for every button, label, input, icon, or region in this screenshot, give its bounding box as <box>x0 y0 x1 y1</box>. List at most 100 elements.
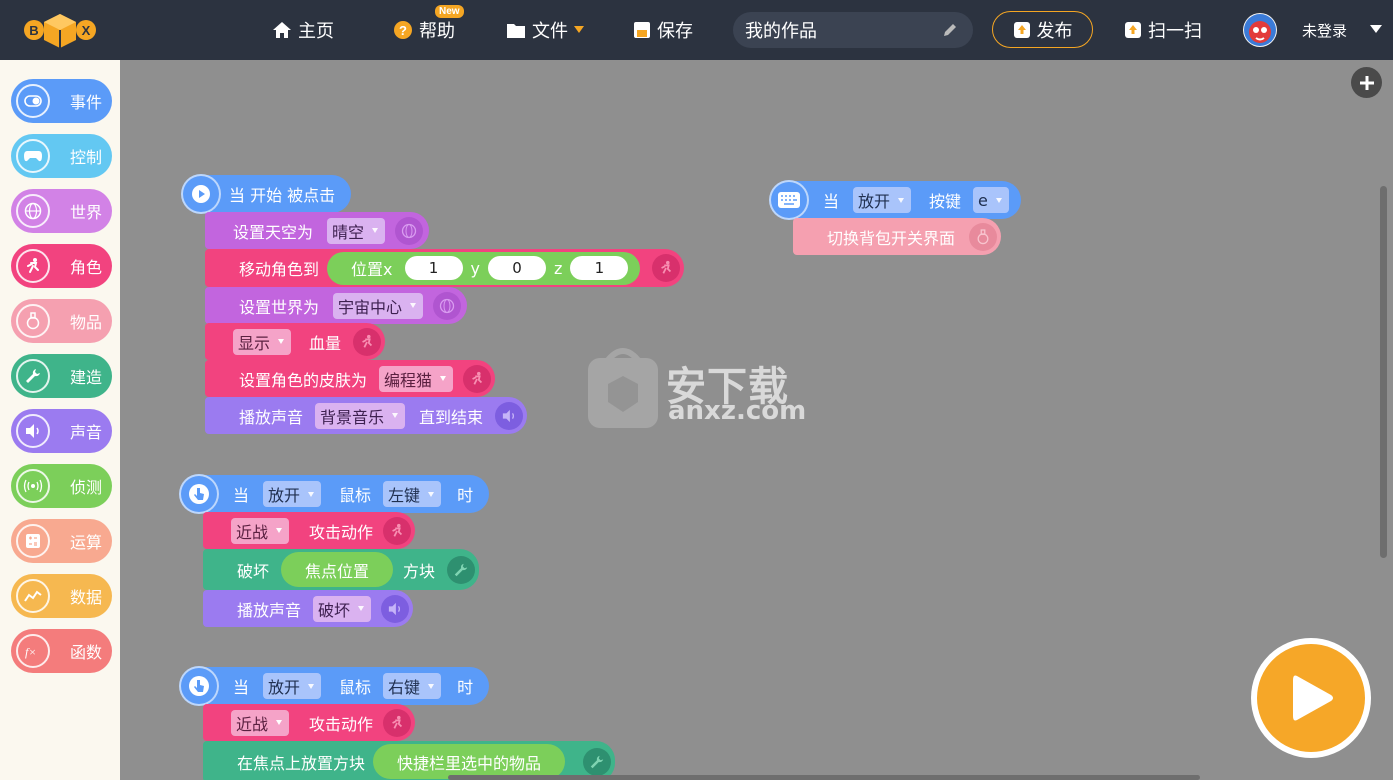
sound-dropdown[interactable]: 背景音乐 <box>315 402 406 429</box>
box-logo[interactable]: B X <box>22 10 98 50</box>
hotbar-item-reporter[interactable]: 快捷栏里选中的物品 <box>373 744 566 779</box>
svg-text:X: X <box>82 23 91 38</box>
wrench-icon <box>447 555 476 584</box>
block-category-sidebar: 事件 控制 世界 角色 物品 建造 声音 侦测 运算 数据 f× 函数 <box>0 60 120 780</box>
block-text: 攻击动作 <box>309 714 374 734</box>
watermark-url: anxz.com <box>668 396 807 426</box>
category-function[interactable]: f× 函数 <box>11 629 112 673</box>
login-status[interactable]: 未登录 <box>1302 20 1347 41</box>
play-icon <box>181 174 221 214</box>
hat-block-mouse-left[interactable]: 当 放开 鼠标 左键 时 <box>179 474 490 514</box>
category-label: 世界 <box>70 203 103 222</box>
block-play-sound-until-done[interactable]: 播放声音 背景音乐 直到结束 <box>205 397 528 434</box>
action-dropdown[interactable]: 放开 <box>853 187 912 213</box>
block-attack-action[interactable]: 近战 攻击动作 <box>203 512 416 549</box>
block-text: 当 <box>233 486 250 505</box>
toggle-icon <box>16 84 50 118</box>
category-world[interactable]: 世界 <box>11 189 112 233</box>
nav-file-menu[interactable]: 文件 <box>506 16 584 44</box>
block-text: 直到结束 <box>419 407 484 427</box>
sensor-icon <box>16 469 50 503</box>
melee-dropdown[interactable]: 近战 <box>231 517 290 544</box>
position-reporter[interactable]: 位置x 1 y 0 z 1 <box>327 251 641 285</box>
y-input[interactable]: 0 <box>487 256 546 280</box>
speaker-icon <box>495 401 524 430</box>
focus-position-reporter[interactable]: 焦点位置 <box>281 552 394 587</box>
upload-icon <box>1013 21 1030 38</box>
block-break-block[interactable]: 破坏 焦点位置 方块 <box>203 549 480 590</box>
zoom-in-button[interactable] <box>1351 67 1382 98</box>
block-show-health[interactable]: 显示 血量 <box>205 323 386 360</box>
action-dropdown[interactable]: 放开 <box>263 673 322 699</box>
sound-dropdown[interactable]: 破坏 <box>313 595 372 622</box>
x-input[interactable]: 1 <box>404 256 463 280</box>
category-event[interactable]: 事件 <box>11 79 112 123</box>
hat-block-start-clicked[interactable]: 当 开始 被点击 <box>181 174 352 214</box>
hat-block-key-release[interactable]: 当 放开 按键 e <box>769 180 1021 220</box>
block-set-world[interactable]: 设置世界为 宇宙中心 <box>205 287 468 324</box>
keyboard-icon <box>769 180 809 220</box>
category-label: 事件 <box>70 93 103 112</box>
block-attack-action[interactable]: 近战 攻击动作 <box>203 704 416 741</box>
action-dropdown[interactable]: 放开 <box>263 481 322 507</box>
category-item[interactable]: 物品 <box>11 299 112 343</box>
show-dropdown[interactable]: 显示 <box>233 328 292 355</box>
svg-text:?: ? <box>399 23 407 38</box>
block-set-sky[interactable]: 设置天空为 晴空 <box>205 212 430 249</box>
block-move-character[interactable]: 移动角色到 位置x 1 y 0 z 1 <box>205 249 685 287</box>
mouse-button-dropdown[interactable]: 右键 <box>383 673 442 699</box>
skin-dropdown[interactable]: 编程猫 <box>379 365 454 392</box>
category-label: 函数 <box>70 643 103 662</box>
block-text: 鼠标 <box>339 678 372 697</box>
pointer-hand-icon <box>179 474 219 514</box>
publish-label: 发布 <box>1036 20 1073 42</box>
category-operators[interactable]: 运算 <box>11 519 112 563</box>
block-text: 时 <box>457 678 474 697</box>
category-build[interactable]: 建造 <box>11 354 112 398</box>
block-text: 当 <box>823 192 840 211</box>
function-icon: f× <box>16 634 50 668</box>
y-label: y <box>470 258 480 278</box>
block-play-sound[interactable]: 播放声音 破坏 <box>203 590 414 627</box>
category-label: 物品 <box>70 313 103 332</box>
category-sound[interactable]: 声音 <box>11 409 112 453</box>
run-button[interactable] <box>1251 638 1371 758</box>
nav-home[interactable]: 主页 <box>272 16 334 44</box>
vertical-scrollbar[interactable] <box>1380 186 1387 558</box>
category-data[interactable]: 数据 <box>11 574 112 618</box>
block-set-skin[interactable]: 设置角色的皮肤为 编程猫 <box>205 360 496 397</box>
publish-button[interactable]: 发布 <box>992 11 1093 48</box>
user-avatar[interactable] <box>1243 13 1277 47</box>
account-dropdown-icon[interactable] <box>1370 25 1382 33</box>
play-icon <box>1293 675 1333 721</box>
nav-scan[interactable]: 扫一扫 <box>1124 16 1202 44</box>
edit-pencil-icon[interactable] <box>941 21 959 39</box>
category-sensing[interactable]: 侦测 <box>11 464 112 508</box>
block-toggle-backpack[interactable]: 切换背包开关界面 <box>793 218 1002 255</box>
nav-file-label: 文件 <box>532 21 568 42</box>
z-input[interactable]: 1 <box>570 256 629 280</box>
globe-icon <box>395 216 424 245</box>
sky-dropdown[interactable]: 晴空 <box>327 217 386 244</box>
horizontal-scrollbar[interactable] <box>448 775 1200 780</box>
nav-scan-label: 扫一扫 <box>1148 21 1202 42</box>
world-dropdown[interactable]: 宇宙中心 <box>333 292 424 319</box>
mouse-button-dropdown[interactable]: 左键 <box>383 481 442 507</box>
project-title-field[interactable]: 我的作品 <box>733 12 973 48</box>
nav-save[interactable]: 保存 <box>633 16 693 44</box>
category-control[interactable]: 控制 <box>11 134 112 178</box>
nav-help-label: 帮助 <box>419 21 455 42</box>
hat-block-mouse-right[interactable]: 当 放开 鼠标 右键 时 <box>179 666 490 706</box>
category-label: 运算 <box>70 533 103 552</box>
category-label: 角色 <box>70 258 103 277</box>
calculator-icon <box>16 524 50 558</box>
block-text: 按键 <box>929 192 962 211</box>
nav-help[interactable]: ? 帮助 <box>393 16 455 44</box>
key-dropdown[interactable]: e <box>973 187 1009 213</box>
caret-down-icon <box>574 26 584 33</box>
z-label: z <box>553 258 563 278</box>
melee-dropdown[interactable]: 近战 <box>231 709 290 736</box>
top-bar: B X 主页 ? 帮助 New 文件 保存 我的作品 发布 扫一扫 未登录 <box>0 0 1393 60</box>
category-character[interactable]: 角色 <box>11 244 112 288</box>
home-icon <box>273 22 291 38</box>
